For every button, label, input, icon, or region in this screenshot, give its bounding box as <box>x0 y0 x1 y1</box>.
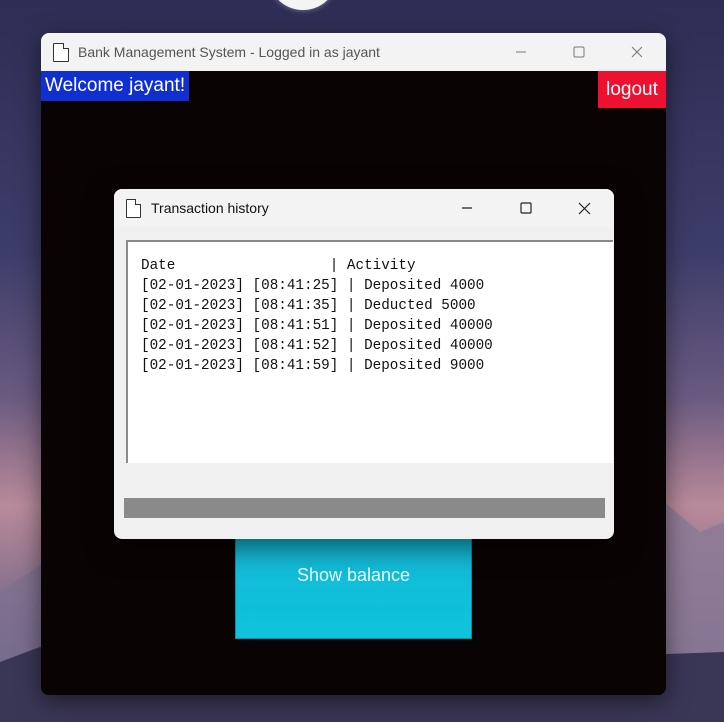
maximize-icon <box>573 46 585 58</box>
history-row: [02-01-2023] [08:41:35] | Deducted 5000 <box>141 298 476 314</box>
close-icon <box>631 46 643 58</box>
horizontal-scrollbar[interactable] <box>124 498 605 518</box>
maximize-icon <box>519 202 532 214</box>
maximize-button[interactable] <box>550 33 608 71</box>
dialog-minimize-button[interactable] <box>437 189 496 227</box>
dialog-close-button[interactable] <box>555 189 614 227</box>
history-row: [02-01-2023] [08:41:25] | Deposited 4000 <box>141 278 485 294</box>
minimize-icon <box>461 207 472 209</box>
transaction-history-text[interactable]: Date | Activity [02-01-2023] [08:41:25] |… <box>126 240 613 463</box>
moon-wallpaper <box>268 0 338 10</box>
minimize-icon <box>516 51 526 53</box>
main-titlebar[interactable]: Bank Management System - Logged in as ja… <box>41 33 666 71</box>
history-row: [02-01-2023] [08:41:52] | Deposited 4000… <box>141 338 493 354</box>
dialog-title: Transaction history <box>151 200 269 216</box>
dialog-titlebar[interactable]: Transaction history <box>114 189 614 227</box>
minimize-button[interactable] <box>492 33 550 71</box>
document-icon <box>126 198 141 218</box>
welcome-label: Welcome jayant! <box>41 71 190 101</box>
logout-button[interactable]: logout <box>598 71 666 108</box>
close-button[interactable] <box>608 33 666 71</box>
dialog-maximize-button[interactable] <box>496 189 555 227</box>
history-header: Date | Activity <box>141 258 416 274</box>
close-icon <box>578 202 591 214</box>
history-row: [02-01-2023] [08:41:59] | Deposited 9000 <box>141 358 485 374</box>
document-icon <box>53 42 69 62</box>
history-row: [02-01-2023] [08:41:51] | Deposited 4000… <box>141 318 493 334</box>
main-window-title: Bank Management System - Logged in as ja… <box>78 44 380 60</box>
transaction-history-dialog: Transaction history Date | Activity [02-0… <box>114 189 614 539</box>
